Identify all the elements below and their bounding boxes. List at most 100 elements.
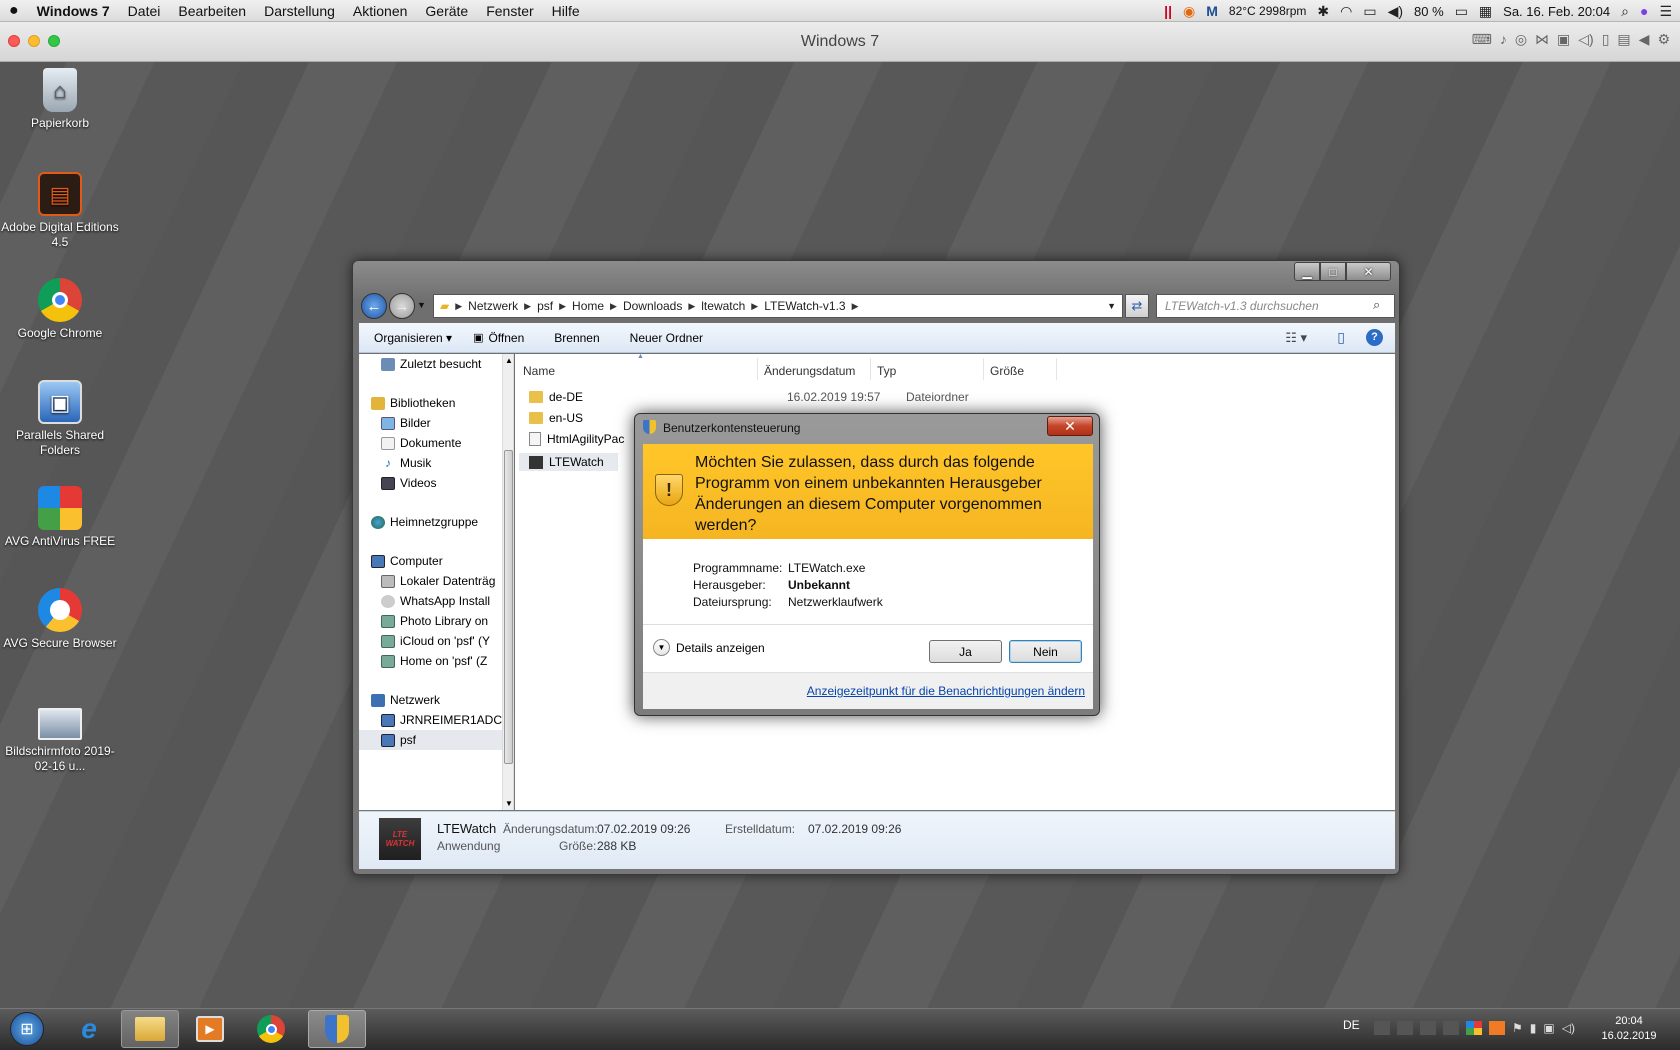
uac-close-button[interactable]: ✕: [1047, 416, 1093, 436]
notification-settings-link[interactable]: Anzeigezeitpunkt für die Benachrichtigun…: [807, 684, 1085, 698]
menu-hilfe[interactable]: Hilfe: [543, 3, 589, 19]
input-language[interactable]: DE: [1343, 1018, 1360, 1032]
breadcrumb-psf[interactable]: psf: [531, 299, 559, 313]
forward-button[interactable]: →: [389, 293, 415, 319]
burn-button[interactable]: Brennen: [539, 331, 614, 345]
help-icon[interactable]: ?: [1366, 329, 1383, 346]
back-button[interactable]: ←: [361, 293, 387, 319]
window-close-button[interactable]: [8, 35, 20, 47]
close-button[interactable]: ✕: [1346, 262, 1391, 281]
taskbar-chrome[interactable]: [242, 1010, 300, 1048]
nav-recent-places[interactable]: Zuletzt besucht: [381, 357, 481, 371]
recent-pages-chevron-icon[interactable]: ▼: [417, 300, 426, 310]
yes-button[interactable]: Ja: [929, 640, 1002, 663]
volume-icon[interactable]: ◀): [1388, 3, 1403, 20]
table-row[interactable]: LTEWatch: [519, 453, 618, 471]
keyboard-icon[interactable]: ⌨: [1472, 31, 1492, 48]
menu-bearbeiten[interactable]: Bearbeiten: [169, 3, 255, 19]
scroll-down-icon[interactable]: ▼: [505, 799, 513, 808]
nav-network-host[interactable]: JRNREIMER1ADC: [381, 713, 502, 727]
column-header-name[interactable]: Name: [517, 358, 758, 380]
nav-pictures[interactable]: Bilder: [381, 416, 431, 430]
sound-icon[interactable]: ◁): [1578, 31, 1593, 48]
address-dropdown-icon[interactable]: ▼: [1107, 301, 1116, 311]
table-row[interactable]: HtmlAgilityPac: [529, 432, 624, 446]
tray-app-icon[interactable]: [1374, 1021, 1390, 1035]
nav-documents[interactable]: Dokumente: [381, 436, 461, 450]
search-input[interactable]: LTEWatch-v1.3 durchsuchen: [1156, 294, 1395, 318]
scroll-up-icon[interactable]: ▲: [505, 356, 513, 365]
nav-psf[interactable]: psf: [359, 730, 502, 750]
apple-icon[interactable]: ●: [0, 2, 28, 20]
desktop-icon-google-chrome[interactable]: Google Chrome: [0, 278, 120, 341]
open-button[interactable]: Öffnen: [483, 331, 539, 345]
battery-percent[interactable]: 80 %: [1414, 4, 1444, 19]
address-bar[interactable]: ▰ ▶ Netzwerk ▶ psf ▶ Home ▶ Downloads ▶ …: [433, 294, 1123, 318]
view-options-icon[interactable]: ☷ ▾: [1285, 330, 1307, 346]
menu-datei[interactable]: Datei: [119, 3, 170, 19]
breadcrumb-netzwerk[interactable]: Netzwerk: [462, 299, 524, 313]
tray-app-icon[interactable]: [1443, 1021, 1459, 1035]
sensor-readout[interactable]: 82°C 2998rpm: [1229, 4, 1307, 18]
shared-folder-icon[interactable]: ▤: [1617, 31, 1630, 48]
menu-fenster[interactable]: Fenster: [477, 3, 542, 19]
uac-dialog[interactable]: Benutzerkontensteuerung ✕ ! Möchten Sie …: [634, 413, 1100, 716]
spotlight-search-icon[interactable]: ⌕: [1621, 3, 1629, 20]
breadcrumb-downloads[interactable]: Downloads: [617, 299, 688, 313]
window-zoom-button[interactable]: [48, 35, 60, 47]
maximize-button[interactable]: □: [1320, 262, 1346, 281]
menu-aktionen[interactable]: Aktionen: [344, 3, 416, 19]
table-row[interactable]: en-US: [529, 411, 583, 425]
taskbar-media-player[interactable]: ▶: [181, 1010, 239, 1048]
usb-icon[interactable]: ▯: [1602, 31, 1610, 48]
minimize-button[interactable]: ▁: [1294, 262, 1320, 281]
disk-icon[interactable]: ▣: [1557, 31, 1570, 48]
calendar-icon[interactable]: ▦: [1479, 3, 1492, 20]
menubar-clock[interactable]: Sa. 16. Feb. 20:04: [1503, 4, 1610, 19]
tray-app-icon[interactable]: [1397, 1021, 1413, 1035]
avg-tray-icon[interactable]: [1466, 1021, 1482, 1035]
nav-videos[interactable]: Videos: [381, 476, 436, 490]
nav-network[interactable]: Netzwerk: [371, 693, 440, 707]
breadcrumb-ltewatch[interactable]: ltewatch: [695, 299, 751, 313]
refresh-button[interactable]: ⇄: [1125, 294, 1149, 318]
taskbar-uac-prompt[interactable]: [308, 1010, 366, 1048]
settings-gear-icon[interactable]: ⚙: [1657, 31, 1670, 48]
microphone-icon[interactable]: ♪: [1500, 31, 1507, 48]
nav-icloud[interactable]: iCloud on 'psf' (Y: [381, 634, 490, 648]
desktop-icon-avg-secure-browser[interactable]: AVG Secure Browser: [0, 588, 120, 651]
nav-whatsapp-drive[interactable]: WhatsApp Install: [381, 594, 490, 608]
bluetooth-icon[interactable]: ✱: [1317, 3, 1329, 20]
preview-pane-icon[interactable]: ▯: [1337, 329, 1345, 346]
pause-icon[interactable]: ||: [1164, 3, 1172, 19]
back-icon[interactable]: ◀: [1639, 31, 1650, 48]
taskbar-explorer[interactable]: [121, 1010, 179, 1048]
wifi-icon[interactable]: ◠: [1340, 3, 1352, 20]
column-header-date[interactable]: Änderungsdatum: [758, 358, 871, 380]
column-header-size[interactable]: Größe: [984, 358, 1057, 380]
taskbar-clock[interactable]: 20:04 16.02.2019: [1590, 1014, 1668, 1044]
menu-geraete[interactable]: Geräte: [416, 3, 477, 19]
notification-center-icon[interactable]: ☰: [1659, 3, 1672, 20]
organize-button[interactable]: Organisieren ▾: [359, 331, 467, 345]
nav-libraries[interactable]: Bibliotheken: [371, 396, 455, 410]
nav-photo-library[interactable]: Photo Library on: [381, 614, 488, 628]
network-tray-icon[interactable]: ▣: [1543, 1021, 1554, 1035]
menu-darstellung[interactable]: Darstellung: [255, 3, 344, 19]
cd-icon[interactable]: ◎: [1515, 31, 1527, 48]
no-button[interactable]: Nein: [1009, 640, 1082, 663]
start-button[interactable]: ⊞: [2, 1010, 52, 1048]
nav-music[interactable]: ♪ Musik: [381, 456, 431, 470]
rss-icon[interactable]: ◉: [1183, 3, 1195, 20]
taskbar-internet-explorer[interactable]: e: [60, 1010, 118, 1048]
siri-icon[interactable]: ●: [1640, 3, 1648, 19]
column-header-type[interactable]: Typ: [871, 358, 984, 380]
details-toggle[interactable]: ▼ Details anzeigen: [653, 639, 765, 656]
tray-app-icon[interactable]: [1420, 1021, 1436, 1035]
menu-app-name[interactable]: Windows 7: [28, 3, 119, 19]
desktop-icon-papierkorb[interactable]: ⌂ Papierkorb: [0, 68, 120, 131]
desktop-icon-avg-antivirus[interactable]: AVG AntiVirus FREE: [0, 486, 120, 549]
desktop-icon-parallels-shared-folders[interactable]: ▣ Parallels Shared Folders: [0, 380, 120, 458]
action-center-flag-icon[interactable]: ⚑: [1512, 1021, 1523, 1035]
volume-tray-icon[interactable]: ◁): [1562, 1021, 1575, 1035]
